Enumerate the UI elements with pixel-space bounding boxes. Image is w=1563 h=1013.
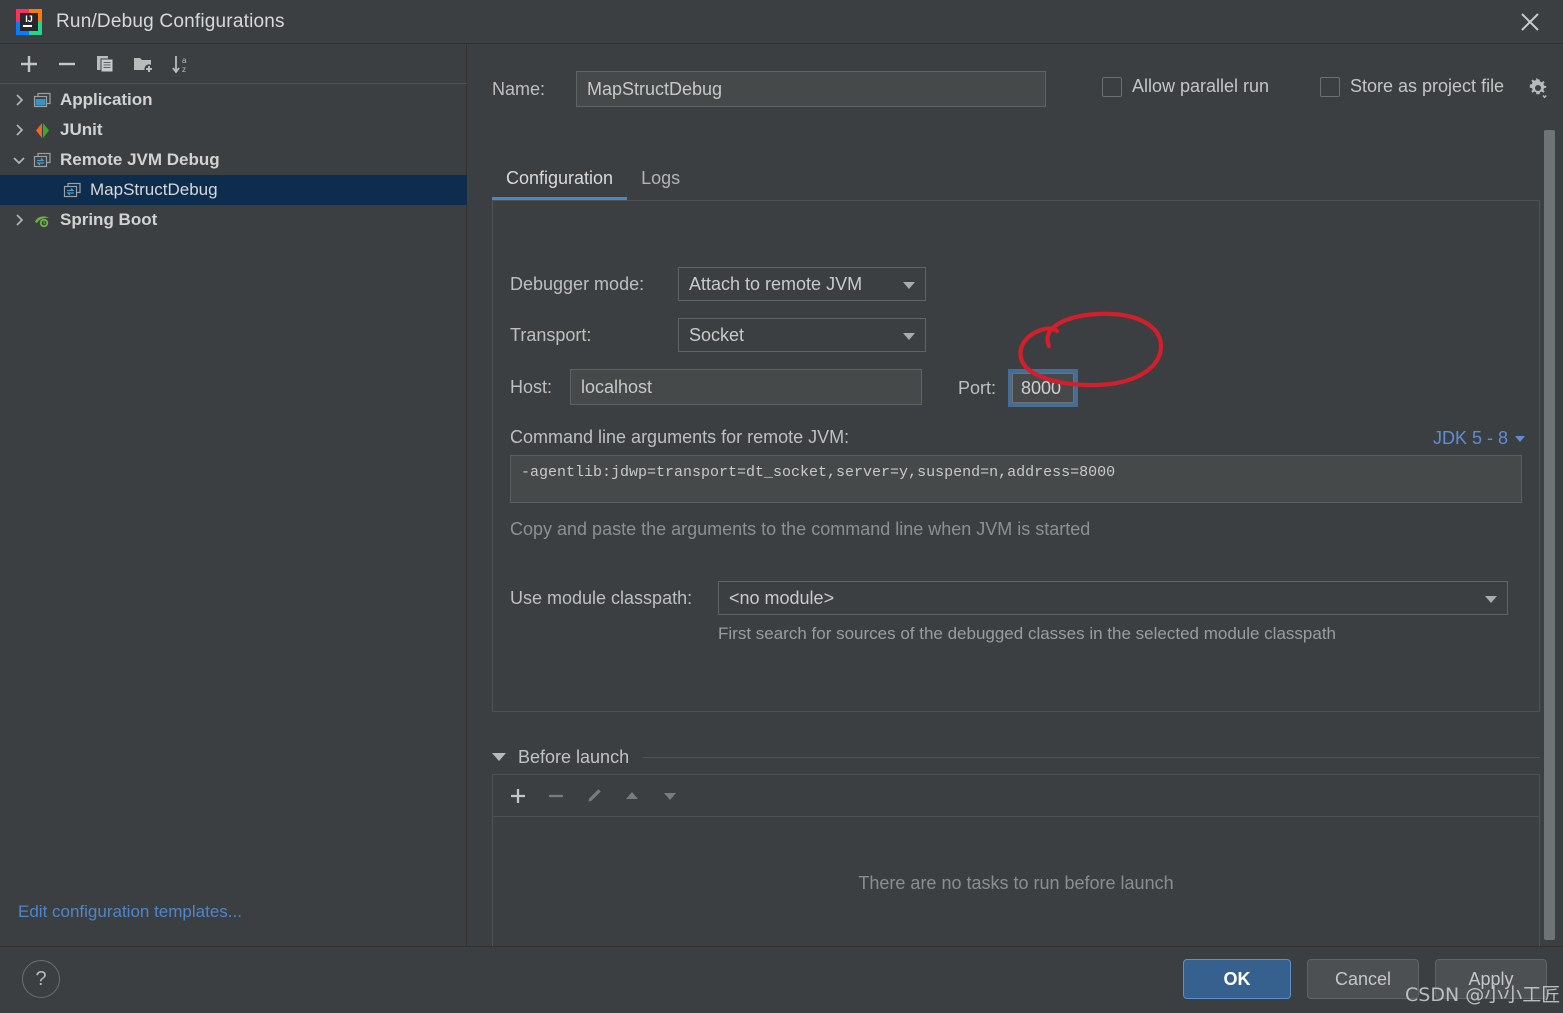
configuration-tab-panel: Debugger mode: Attach to remote JVM Tran… [492, 200, 1540, 712]
sidebar-item-mapstructdebug[interactable]: MapStructDebug [0, 175, 467, 205]
command-line-arguments-field[interactable]: -agentlib:jdwp=transport=dt_socket,serve… [510, 455, 1522, 503]
intellij-logo-icon: IJ [16, 8, 42, 35]
page-title: Run/Debug Configurations [56, 10, 285, 32]
tab-configuration[interactable]: Configuration [492, 168, 628, 200]
cancel-button[interactable]: Cancel [1307, 959, 1419, 999]
host-label: Host: [510, 376, 553, 397]
transport-dropdown[interactable]: Socket [678, 318, 926, 352]
svg-text:z: z [182, 65, 186, 74]
sidebar-toolbar: a z [0, 44, 467, 84]
chevron-right-icon[interactable] [8, 89, 30, 111]
application-icon [30, 89, 54, 111]
save-configuration-button[interactable] [124, 49, 162, 79]
sidebar-item-remote-jvm-debug[interactable]: Remote JVM Debug [0, 145, 467, 175]
chevron-down-icon [1515, 435, 1525, 442]
close-icon[interactable] [1497, 0, 1563, 43]
before-launch-move-down-button[interactable] [651, 780, 689, 812]
chevron-down-icon[interactable] [492, 753, 506, 761]
command-line-arguments-label: Command line arguments for remote JVM: [510, 427, 850, 447]
module-classpath-hint: First search for sources of the debugged… [718, 624, 1337, 643]
remove-configuration-button[interactable] [48, 49, 86, 79]
allow-parallel-run-checkbox[interactable]: Allow parallel run [1102, 76, 1269, 97]
svg-text:a: a [182, 56, 187, 65]
checkbox-box[interactable] [1102, 76, 1122, 97]
configurations-tree: Application JUnit Remote JVM Debug MapSt… [0, 85, 467, 235]
chevron-down-icon[interactable] [8, 149, 30, 171]
before-launch-panel: There are no tasks to run before launch [492, 774, 1540, 949]
apply-button[interactable]: Apply [1435, 959, 1547, 999]
port-focus-ring: 8000 [1008, 369, 1079, 407]
before-launch-title: Before launch [518, 746, 630, 767]
sort-configurations-button[interactable]: a z [162, 49, 200, 79]
checkbox-label: Allow parallel run [1132, 76, 1270, 96]
spring-boot-icon [30, 209, 54, 231]
chevron-right-icon[interactable] [8, 119, 30, 141]
vertical-scrollbar[interactable] [1544, 130, 1555, 940]
checkbox-label: Store as project file [1350, 76, 1505, 96]
editor-tabs: Configuration Logs [492, 156, 1540, 200]
sidebar-item-label: Application [60, 90, 153, 109]
dialog-footer: ? OK Cancel Apply [0, 946, 1563, 1013]
transport-label: Transport: [510, 324, 592, 345]
host-row: Host: localhost [510, 369, 922, 405]
module-classpath-value: <no module> [729, 587, 835, 608]
before-launch-toolbar [493, 775, 1539, 817]
before-launch-empty-message: There are no tasks to run before launch [858, 872, 1174, 893]
sidebar-item-application[interactable]: Application [0, 85, 467, 115]
host-input[interactable]: localhost [570, 369, 922, 405]
copy-configuration-button[interactable] [86, 49, 124, 79]
transport-value: Socket [689, 324, 745, 345]
logo-letters: IJ [20, 12, 38, 31]
port-row: Port: 8000 [958, 369, 1079, 407]
sidebar-item-label: Remote JVM Debug [60, 150, 220, 169]
tab-logs[interactable]: Logs [627, 168, 694, 200]
name-input[interactable]: MapStructDebug [576, 71, 1046, 107]
run-debug-configurations-dialog: IJ Run/Debug Configurations a z Applicat… [0, 0, 1563, 1013]
debugger-mode-label: Debugger mode: [510, 273, 645, 294]
store-as-project-file-checkbox[interactable]: Store as project file [1320, 76, 1504, 97]
title-bar: IJ Run/Debug Configurations [0, 0, 1563, 44]
jdk-version-selector[interactable]: JDK 5 - 8 [1433, 428, 1525, 449]
sidebar-item-junit[interactable]: JUnit [0, 115, 467, 145]
gear-icon[interactable] [1526, 76, 1550, 100]
sidebar-item-label: MapStructDebug [90, 180, 218, 199]
before-launch-add-button[interactable] [499, 780, 537, 812]
junit-icon [30, 119, 54, 141]
chevron-down-icon [1485, 596, 1497, 603]
chevron-down-icon [903, 282, 915, 289]
add-configuration-button[interactable] [10, 49, 48, 79]
debugger-mode-value: Attach to remote JVM [689, 273, 863, 294]
transport-row: Transport: Socket [510, 318, 926, 352]
configurations-sidebar: a z Application JUnit Remote JVM Debug M… [0, 44, 467, 946]
ok-button[interactable]: OK [1183, 959, 1291, 999]
sidebar-item-spring-boot[interactable]: Spring Boot [0, 205, 467, 235]
chevron-right-icon[interactable] [8, 209, 30, 231]
port-input[interactable]: 8000 [1012, 373, 1075, 403]
edit-configuration-templates-link[interactable]: Edit configuration templates... [18, 902, 242, 922]
configuration-editor-panel: Name: MapStructDebug Allow parallel run … [468, 44, 1563, 985]
before-launch-move-up-button[interactable] [613, 780, 651, 812]
jdk-version-label: JDK 5 - 8 [1432, 428, 1508, 448]
module-classpath-label: Use module classpath: [510, 587, 693, 608]
before-launch-header[interactable]: Before launch [492, 740, 1540, 774]
port-label: Port: [958, 377, 997, 398]
debugger-mode-row: Debugger mode: Attach to remote JVM [510, 267, 926, 301]
help-button[interactable]: ? [22, 960, 60, 998]
remote-jvm-icon [60, 179, 84, 201]
sidebar-item-label: JUnit [60, 120, 103, 139]
sidebar-item-label: Spring Boot [60, 210, 158, 229]
remote-jvm-icon [30, 149, 54, 171]
chevron-down-icon [903, 333, 915, 340]
divider [643, 756, 1540, 758]
module-classpath-dropdown[interactable]: <no module> [718, 581, 1508, 615]
name-label: Name: [492, 78, 546, 99]
checkbox-box[interactable] [1320, 76, 1340, 97]
module-classpath-row: Use module classpath: <no module> [510, 581, 1508, 615]
command-line-hint: Copy and paste the arguments to the comm… [510, 519, 1091, 539]
before-launch-remove-button[interactable] [537, 780, 575, 812]
before-launch-edit-button[interactable] [575, 780, 613, 812]
debugger-mode-dropdown[interactable]: Attach to remote JVM [678, 267, 926, 301]
